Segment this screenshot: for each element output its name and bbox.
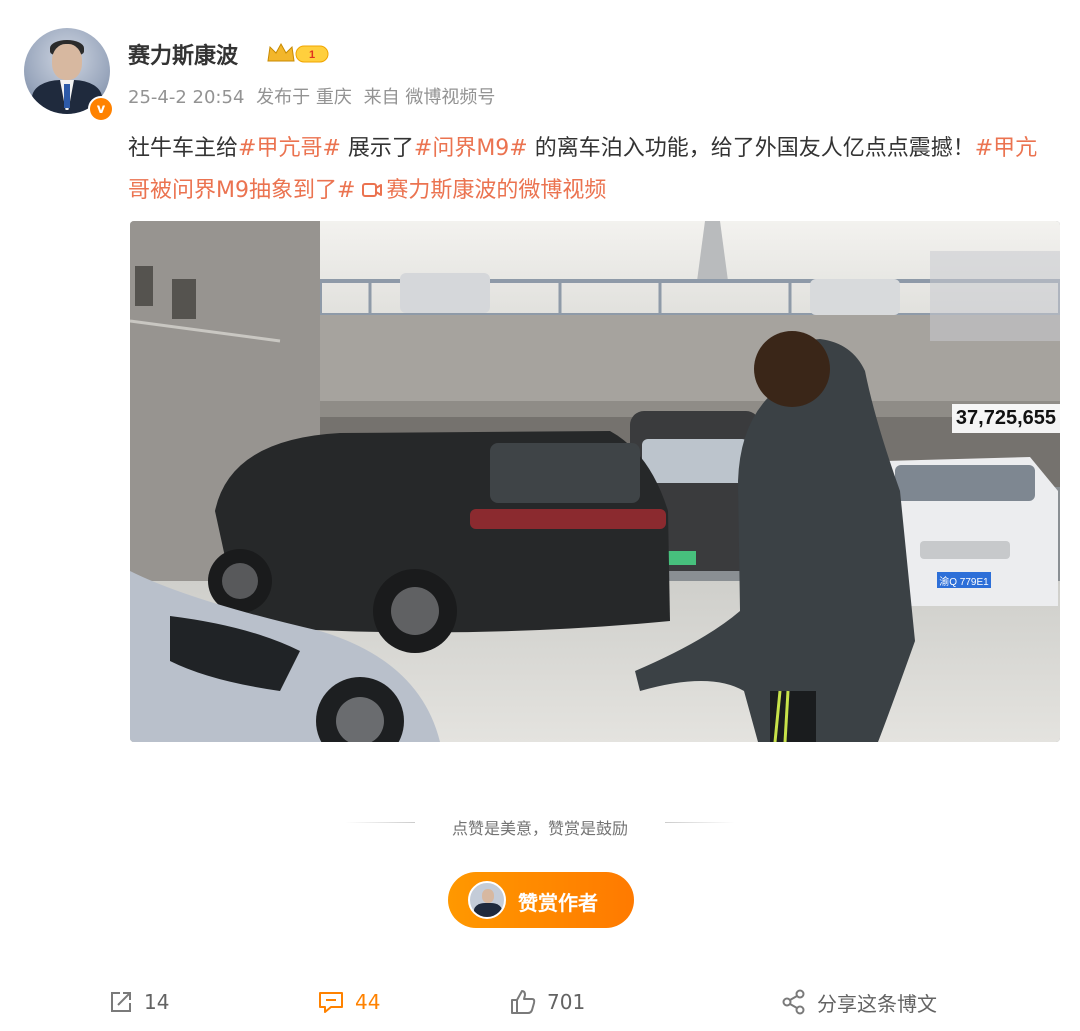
video-link-icon: [362, 183, 383, 197]
author-name[interactable]: 赛力斯康波: [128, 38, 238, 70]
divider-line-right: [665, 822, 735, 823]
share-icon: [782, 989, 805, 1015]
comment-icon: [319, 992, 343, 1013]
post-location: 发布于 重庆: [256, 87, 352, 108]
verified-icon: v: [88, 96, 114, 122]
like-count: 701: [547, 990, 586, 1014]
bridge-car: [810, 279, 900, 315]
reward-label: 赞赏作者: [518, 891, 598, 915]
comment-count: 44: [355, 990, 381, 1014]
text-segment: 的离车泊入功能，给了外国友人亿点点震撼！: [527, 136, 975, 161]
post-meta: 25-4-2 20:54 发布于 重庆 来自 微博视频号: [128, 83, 501, 109]
reward-avatar: [468, 881, 506, 919]
post-date[interactable]: 25-4-2 20:54: [128, 87, 244, 108]
text-segment: 社牛车主给: [128, 136, 239, 161]
post-text: 社牛车主给#甲亢哥# 展示了#问界M9# 的离车泊入功能，给了外国友人亿点点震撼…: [128, 128, 1058, 212]
reward-avatar-suit: [474, 903, 502, 917]
reward-avatar-face: [482, 889, 494, 903]
share-button[interactable]: 分享这条博文: [781, 984, 937, 1020]
badge-level: 1: [309, 49, 315, 61]
avatar-tie: [64, 84, 70, 108]
view-count: 37,725,655: [951, 404, 1060, 433]
video-link-label: 赛力斯康波的微博视频: [386, 178, 607, 203]
topic-link[interactable]: #问界M9#: [414, 136, 528, 161]
repost-icon: [111, 992, 131, 1012]
reward-hint: 点赞是美意，赞赏是鼓励: [451, 819, 628, 838]
repost-button[interactable]: 14: [108, 984, 169, 1020]
bridge-car: [400, 273, 490, 313]
license-plate-text: 渝Q 779E1: [939, 575, 989, 588]
repost-count: 14: [144, 990, 170, 1014]
video-player[interactable]: 渝Q 779E1 37,725,655: [130, 221, 1060, 742]
topic-link[interactable]: #甲亢哥#: [238, 136, 341, 161]
post-source[interactable]: 来自 微博视频号: [364, 87, 496, 108]
like-button[interactable]: 701: [509, 984, 585, 1020]
person-head: [754, 331, 830, 407]
share-label: 分享这条博文: [817, 991, 937, 1016]
crown-badge-icon[interactable]: 1: [266, 41, 330, 65]
avatar-face: [52, 44, 82, 80]
comment-button[interactable]: 44: [317, 984, 380, 1020]
like-icon: [511, 990, 536, 1014]
video-frame: 渝Q 779E1: [130, 221, 1060, 742]
reward-author-button[interactable]: 赞赏作者: [448, 872, 634, 928]
video-source-link[interactable]: 赛力斯康波的微博视频: [362, 178, 606, 203]
text-segment: 展示了: [340, 136, 414, 161]
